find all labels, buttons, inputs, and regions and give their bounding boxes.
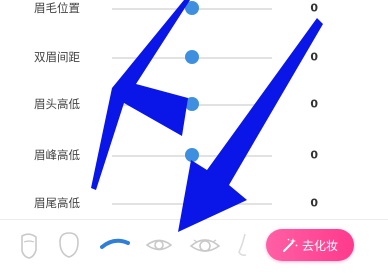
slider-row-eyebrow-position: 眉毛位置 0	[0, 0, 388, 23]
eye-icon[interactable]	[142, 228, 176, 262]
nose-icon[interactable]	[230, 228, 264, 262]
magic-wand-icon	[282, 238, 298, 252]
slider-label: 双眉间距	[34, 50, 80, 64]
slider-value: 0	[310, 50, 318, 64]
toolbar-divider	[0, 219, 388, 220]
go-makeup-button[interactable]: 去化妆	[266, 229, 354, 261]
eye-large-icon[interactable]	[188, 228, 222, 262]
slider-value: 0	[310, 148, 318, 162]
slider-label: 眉头高低	[34, 97, 80, 111]
slider-thumb[interactable]	[185, 148, 199, 162]
face-shape-icon[interactable]	[52, 228, 86, 262]
eyebrow-icon[interactable]	[98, 228, 132, 262]
slider-thumb[interactable]	[185, 1, 199, 15]
slider-label: 眉毛位置	[34, 1, 80, 15]
slider-track[interactable]	[112, 203, 272, 205]
slider-value: 0	[310, 1, 318, 15]
slider-row-brow-tail-height: 眉尾高低 0	[0, 188, 388, 218]
slider-label: 眉峰高低	[34, 148, 80, 162]
slider-row-brow-peak-height: 眉峰高低 0	[0, 140, 388, 170]
slider-thumb[interactable]	[185, 50, 199, 64]
slider-label: 眉尾高低	[34, 196, 80, 210]
face-outline-icon[interactable]	[12, 228, 46, 262]
slider-row-brow-head-height: 眉头高低 0	[0, 89, 388, 119]
slider-value: 0	[310, 97, 318, 111]
slider-value: 0	[310, 196, 318, 210]
slider-row-brow-spacing: 双眉间距 0	[0, 42, 388, 72]
slider-thumb[interactable]	[185, 97, 199, 111]
go-makeup-label: 去化妆	[301, 238, 338, 253]
